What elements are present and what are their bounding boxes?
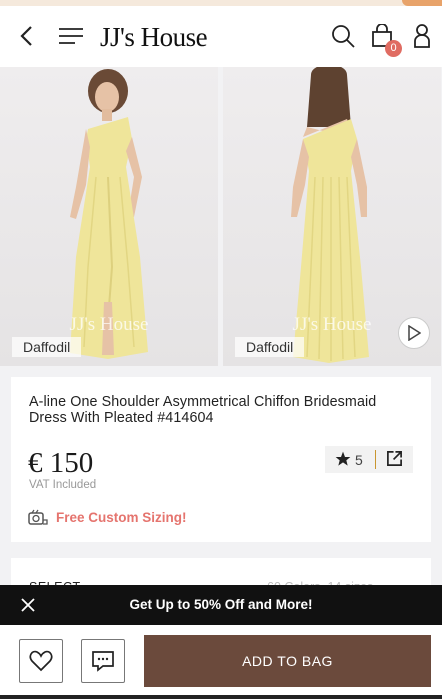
back-button[interactable] (10, 20, 42, 52)
search-button[interactable] (327, 20, 359, 52)
bottom-edge-bar (0, 695, 442, 699)
wishlist-button[interactable] (19, 639, 63, 683)
star-icon[interactable] (335, 451, 351, 467)
product-price: € 150 (28, 447, 94, 479)
product-image-front[interactable]: JJ's House Daffodil (0, 67, 218, 366)
play-icon (408, 325, 421, 341)
play-video-button[interactable] (398, 317, 430, 349)
add-to-bag-button[interactable]: ADD TO BAG (144, 635, 431, 687)
rating-share-box: 5 (325, 446, 413, 473)
divider (375, 450, 376, 469)
chevron-left-icon (20, 26, 32, 46)
product-title: A-line One Shoulder Asymmetrical Chiffon… (29, 394, 377, 426)
custom-sizing-label: Free Custom Sizing! (56, 509, 187, 525)
logo[interactable]: JJ's House (100, 22, 208, 53)
chat-button[interactable] (81, 639, 125, 683)
user-icon (414, 24, 430, 48)
chat-icon (92, 651, 114, 672)
cart-count-badge: 0 (385, 40, 402, 57)
heart-icon (29, 650, 53, 672)
menu-button[interactable] (55, 20, 87, 52)
color-label: Daffodil (235, 337, 305, 357)
promo-text[interactable]: Get Up to 50% Off and More! (0, 597, 442, 612)
header: JJ's House 0 (0, 6, 442, 67)
watermark: JJ's House (69, 314, 149, 335)
custom-sizing-link[interactable]: Free Custom Sizing! (28, 509, 187, 525)
promo-banner[interactable]: Get Up to 50% Off and More! (0, 585, 442, 625)
search-icon (332, 25, 355, 48)
product-info-card: A-line One Shoulder Asymmetrical Chiffon… (11, 377, 431, 542)
share-icon[interactable] (386, 450, 403, 467)
tape-measure-icon (28, 509, 48, 525)
account-button[interactable] (406, 20, 438, 52)
rating-count[interactable]: 5 (355, 452, 363, 468)
vat-note: VAT Included (29, 479, 97, 491)
hamburger-menu-icon (59, 28, 83, 44)
bottom-action-bar: ADD TO BAG (0, 625, 442, 699)
color-label: Daffodil (12, 337, 82, 357)
product-gallery[interactable]: JJ's House Daffodil JJ's House Daffodil (0, 67, 442, 367)
